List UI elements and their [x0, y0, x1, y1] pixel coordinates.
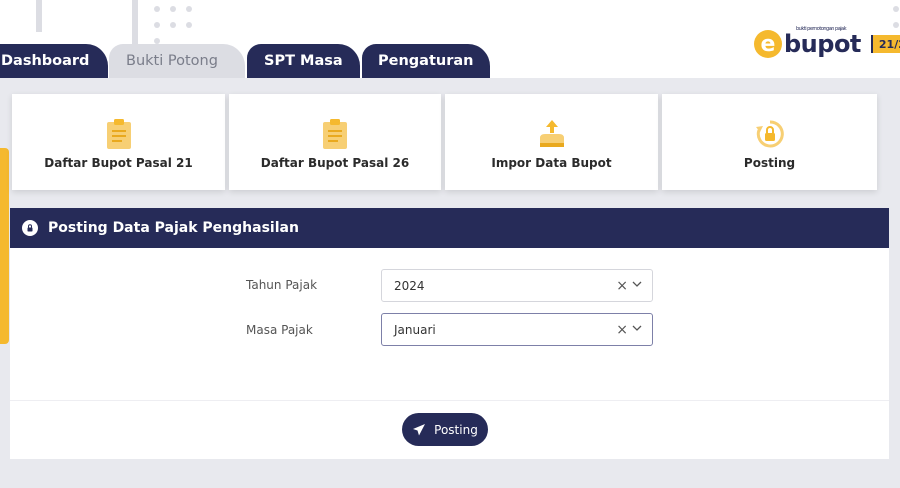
lock-cycle-icon [22, 220, 38, 236]
decor-dot [186, 6, 192, 12]
send-icon [413, 423, 426, 435]
tab-label: Dashboard [1, 53, 90, 69]
decor-dot [186, 22, 192, 28]
side-accent-tab[interactable] [0, 148, 9, 344]
logo-word: bupot [784, 30, 861, 58]
logo-badge: 21/26 [870, 35, 900, 53]
decor-line [36, 0, 42, 32]
masa-pajak-select[interactable]: Januari × [381, 313, 653, 346]
masa-pajak-label: Masa Pajak [246, 323, 313, 337]
panel-title: Posting Data Pajak Penghasilan [48, 220, 299, 236]
menu-card-impor-data[interactable]: Impor Data Bupot [445, 94, 658, 190]
decor-dot [154, 22, 160, 28]
tab-dashboard[interactable]: Dashboard [0, 44, 108, 78]
menu-card-label: Daftar Bupot Pasal 21 [44, 156, 193, 170]
tab-spt-masa[interactable]: SPT Masa [247, 44, 360, 78]
clipboard-icon [106, 119, 131, 149]
decor-dot [893, 6, 899, 12]
logo-wordmark: bukti pemotongan pajak bupot [784, 26, 861, 58]
chevron-down-icon[interactable] [632, 323, 642, 333]
decor-dot [170, 22, 176, 28]
tab-label: Pengaturan [378, 53, 474, 69]
decor-dot [170, 6, 176, 12]
panel-divider [10, 400, 889, 401]
upload-tray-icon [539, 120, 564, 147]
menu-card-label: Daftar Bupot Pasal 26 [260, 156, 410, 170]
posting-panel: Posting Data Pajak Penghasilan Tahun Paj… [10, 208, 889, 459]
clear-icon[interactable]: × [616, 322, 628, 338]
tahun-pajak-label: Tahun Pajak [246, 278, 318, 292]
ebupot-logo: e bukti pemotongan pajak bupot 21/26 [754, 26, 900, 60]
tab-pengaturan[interactable]: Pengaturan [362, 44, 490, 78]
posting-button[interactable]: Posting [402, 413, 488, 446]
masa-pajak-value: Januari [394, 322, 436, 337]
chevron-down-icon[interactable] [632, 279, 642, 289]
tab-label: SPT Masa [264, 53, 343, 69]
menu-card-daftar-bupot-21[interactable]: Daftar Bupot Pasal 21 [12, 94, 225, 190]
clipboard-icon [323, 119, 347, 149]
logo-tagline: bukti pemotongan pajak [796, 26, 847, 32]
tahun-pajak-select[interactable]: 2024 × [381, 269, 653, 302]
menu-card-posting[interactable]: Posting [662, 94, 877, 190]
decor-dot [154, 6, 160, 12]
logo-e-mark: e [754, 30, 782, 58]
app-header: Dashboard Bukti Potong SPT Masa Pengatur… [0, 0, 900, 78]
menu-card-daftar-bupot-26[interactable]: Daftar Bupot Pasal 26 [229, 94, 441, 190]
lock-cycle-icon [755, 120, 784, 148]
tahun-pajak-value: 2024 [394, 278, 425, 293]
clear-icon[interactable]: × [616, 278, 628, 294]
posting-button-label: Posting [434, 422, 478, 437]
panel-header: Posting Data Pajak Penghasilan [10, 208, 889, 248]
tab-bukti-potong[interactable]: Bukti Potong [109, 44, 245, 78]
menu-card-label: Posting [743, 156, 796, 170]
tab-label: Bukti Potong [126, 53, 218, 69]
menu-card-label: Impor Data Bupot [491, 156, 612, 170]
submenu-cards: Daftar Bupot Pasal 21 Daftar Bupot Pasal… [12, 94, 877, 190]
